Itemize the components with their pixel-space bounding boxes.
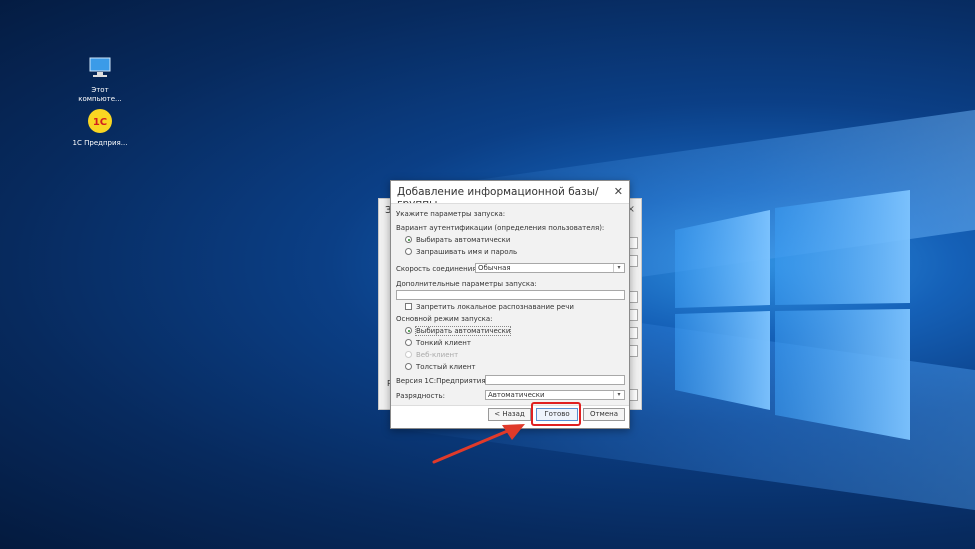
desktop-icon-label: Этот компьюте...	[78, 86, 122, 103]
finish-button-highlight	[531, 402, 581, 426]
mode-auto-radio[interactable]	[405, 327, 412, 334]
extra-params-label: Дополнительные параметры запуска:	[396, 280, 537, 288]
auth-password-label: Запрашивать имя и пароль	[416, 248, 518, 256]
windows-logo-wallpaper	[675, 190, 910, 440]
desktop-icon-this-pc[interactable]: Этот компьюте...	[70, 55, 130, 104]
mode-label: Основной режим запуска:	[396, 315, 493, 323]
mode-thick-label: Толстый клиент	[416, 363, 476, 371]
mode-thick-radio[interactable]	[405, 363, 412, 370]
speed-label: Скорость соединения:	[396, 265, 479, 273]
cancel-button[interactable]: Отмена	[583, 408, 625, 421]
add-infobase-dialog: Добавление информационной базы/группы ✕ …	[390, 180, 630, 429]
bitness-label: Разрядность:	[396, 392, 445, 400]
computer-icon	[89, 57, 111, 77]
annotation-arrow-icon	[432, 424, 525, 464]
intro-label: Укажите параметры запуска:	[396, 210, 506, 218]
mode-auto-label: Выбирать автоматически	[414, 326, 512, 336]
mode-web-radio	[405, 351, 412, 358]
speed-select[interactable]: Обычная ▾	[475, 263, 625, 273]
version-input[interactable]	[485, 375, 625, 385]
auth-password-radio[interactable]	[405, 248, 412, 255]
mode-thin-radio[interactable]	[405, 339, 412, 346]
auth-auto-radio[interactable]	[405, 236, 412, 243]
bitness-value: Автоматически	[488, 391, 545, 399]
extra-params-input[interactable]	[396, 290, 625, 300]
divider	[391, 405, 629, 406]
chevron-down-icon[interactable]: ▾	[613, 391, 624, 399]
close-icon[interactable]: ✕	[614, 185, 623, 198]
desktop-icon-label: 1С Предприя...	[72, 139, 128, 147]
disable-speech-label: Запретить локальное распознавание речи	[416, 303, 574, 311]
mode-thin-label: Тонкий клиент	[416, 339, 471, 347]
version-label: Версия 1С:Предприятия:	[396, 377, 488, 385]
disable-speech-checkbox[interactable]	[405, 303, 412, 310]
speed-value: Обычная	[478, 264, 511, 272]
1c-enterprise-icon: 1C	[88, 109, 112, 133]
bitness-select[interactable]: Автоматически ▾	[485, 390, 625, 400]
desktop-icon-1c[interactable]: 1C 1С Предприя...	[70, 108, 130, 148]
auth-auto-label: Выбирать автоматически	[416, 236, 511, 244]
dialog-body: Укажите параметры запуска: Вариант аутен…	[391, 203, 629, 406]
auth-label: Вариант аутентификации (определения поль…	[396, 224, 605, 232]
mode-web-label: Веб-клиент	[416, 351, 459, 359]
svg-text:1C: 1C	[93, 117, 107, 128]
chevron-down-icon[interactable]: ▾	[613, 264, 624, 272]
